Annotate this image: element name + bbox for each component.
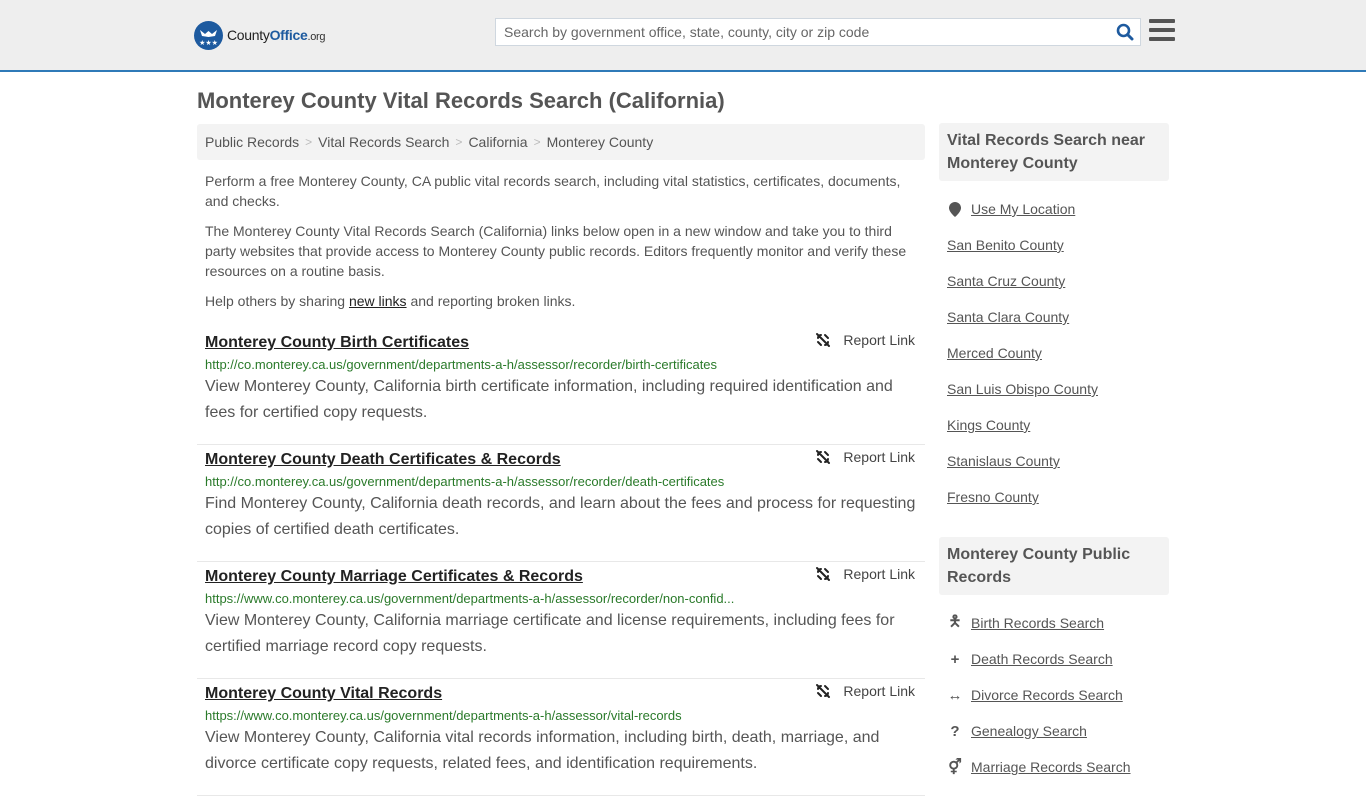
intro-paragraph-2: The Monterey County Vital Records Search…	[205, 223, 907, 279]
logo-text: CountyOffice.org	[227, 27, 326, 43]
public-record-item: ↔ Divorce Records Search	[947, 677, 1161, 713]
intro-paragraph-1: Perform a free Monterey County, CA publi…	[205, 173, 901, 209]
report-link-button[interactable]: Report Link	[815, 332, 915, 348]
nearby-county-link[interactable]: Stanislaus County	[947, 453, 1060, 469]
broken-link-icon	[816, 567, 831, 581]
nearby-item: Kings County	[947, 407, 1161, 443]
intro-text-span: Help others by sharing	[205, 293, 349, 309]
new-links-link[interactable]: new links	[349, 293, 407, 309]
result-item: Monterey County Birth Certificates http:…	[197, 328, 925, 445]
breadcrumb-separator: >	[305, 135, 313, 149]
result-url: https://www.co.monterey.ca.us/government…	[205, 591, 735, 606]
hamburger-menu-button[interactable]	[1149, 19, 1175, 43]
breadcrumb-public-records[interactable]: Public Records	[205, 134, 299, 150]
mars-venus-icon: ⚥	[948, 759, 962, 776]
intro-text: Perform a free Monterey County, CA publi…	[205, 171, 920, 321]
search-box	[495, 18, 1141, 46]
use-my-location-link[interactable]: Use My Location	[971, 201, 1075, 217]
nearby-county-link[interactable]: San Luis Obispo County	[947, 381, 1098, 397]
nearby-county-link[interactable]: Santa Cruz County	[947, 273, 1065, 289]
breadcrumb-vital-records[interactable]: Vital Records Search	[318, 134, 449, 150]
question-icon: ?	[950, 722, 960, 740]
public-records-section-title: Monterey County Public Records	[939, 537, 1169, 595]
nearby-county-link[interactable]: Fresno County	[947, 489, 1039, 505]
nearby-item: Fresno County	[947, 479, 1161, 515]
intro-paragraph-3: Help others by sharing new links and rep…	[205, 291, 920, 311]
intro-text-span: and reporting broken links.	[406, 293, 576, 309]
public-record-item: ? Genealogy Search	[947, 713, 1161, 749]
result-item: Monterey County Death Certificates & Rec…	[197, 445, 925, 562]
logo-eagle-icon: ★★★	[194, 20, 223, 50]
nearby-item: Santa Clara County	[947, 299, 1161, 335]
arrows-horizontal-icon: ↔	[947, 686, 963, 704]
use-location-item: Use My Location	[947, 191, 1161, 227]
public-records-list: 🯅 Birth Records Search + Death Records Sea…	[939, 595, 1169, 795]
marriage-records-link[interactable]: Marriage Records Search	[971, 759, 1131, 775]
site-logo[interactable]: ★★★ CountyOffice.org	[194, 20, 326, 50]
report-link-button[interactable]: Report Link	[815, 683, 915, 699]
report-link-label: Report Link	[843, 566, 915, 582]
child-icon: 🯅	[948, 612, 962, 630]
death-records-link[interactable]: Death Records Search	[971, 651, 1113, 667]
sidebar: Vital Records Search near Monterey Count…	[939, 123, 1169, 795]
result-url: https://www.co.monterey.ca.us/government…	[205, 708, 682, 723]
result-title-link[interactable]: Monterey County Vital Records	[205, 683, 917, 705]
public-record-item: ⚥ Marriage Records Search	[947, 749, 1161, 785]
result-item: Monterey County Vital Records https://ww…	[197, 679, 925, 796]
search-button[interactable]	[1110, 19, 1140, 45]
nearby-item: Stanislaus County	[947, 443, 1161, 479]
results-list: Monterey County Birth Certificates http:…	[197, 328, 925, 796]
site-header: ★★★ CountyOffice.org	[0, 0, 1366, 72]
result-url: http://co.monterey.ca.us/government/depa…	[205, 357, 718, 372]
report-link-button[interactable]: Report Link	[815, 449, 915, 465]
menu-bar	[1149, 37, 1175, 41]
svg-text:★★★: ★★★	[199, 39, 218, 47]
page-title: Monterey County Vital Records Search (Ca…	[197, 88, 725, 113]
broken-link-icon	[816, 333, 831, 347]
breadcrumb-separator: >	[455, 135, 463, 149]
breadcrumb-separator: >	[533, 135, 541, 149]
report-link-label: Report Link	[843, 332, 915, 348]
result-description: View Monterey County, California marriag…	[205, 612, 895, 655]
nearby-item: Merced County	[947, 335, 1161, 371]
result-description: Find Monterey County, California death r…	[205, 495, 916, 538]
result-title-link[interactable]: Monterey County Marriage Certificates & …	[205, 566, 917, 588]
result-description: View Monterey County, California vital r…	[205, 729, 880, 772]
result-title-link[interactable]: Monterey County Birth Certificates	[205, 332, 917, 354]
breadcrumb-monterey-county[interactable]: Monterey County	[547, 134, 654, 150]
breadcrumb-california[interactable]: California	[468, 134, 527, 150]
report-link-label: Report Link	[843, 683, 915, 699]
broken-link-icon	[816, 450, 831, 464]
breadcrumb: Public Records > Vital Records Search > …	[197, 124, 925, 160]
search-input[interactable]	[496, 19, 1110, 45]
public-record-item: + Death Records Search	[947, 641, 1161, 677]
nearby-item: San Luis Obispo County	[947, 371, 1161, 407]
nearby-item: San Benito County	[947, 227, 1161, 263]
report-link-label: Report Link	[843, 449, 915, 465]
report-link-button[interactable]: Report Link	[815, 566, 915, 582]
nearby-list: Use My Location San Benito County Santa …	[939, 181, 1169, 525]
menu-bar	[1149, 19, 1175, 23]
menu-bar	[1149, 28, 1175, 32]
public-record-item: 🯅 Birth Records Search	[947, 605, 1161, 641]
birth-records-link[interactable]: Birth Records Search	[971, 615, 1104, 631]
nearby-county-link[interactable]: San Benito County	[947, 237, 1064, 253]
nearby-item: Santa Cruz County	[947, 263, 1161, 299]
genealogy-link[interactable]: Genealogy Search	[971, 723, 1087, 739]
nearby-county-link[interactable]: Santa Clara County	[947, 309, 1069, 325]
nearby-section-title: Vital Records Search near Monterey Count…	[939, 123, 1169, 181]
map-marker-icon	[947, 201, 963, 217]
result-item: Monterey County Marriage Certificates & …	[197, 562, 925, 679]
nearby-county-link[interactable]: Merced County	[947, 345, 1042, 361]
plus-icon: +	[950, 650, 960, 668]
result-title-link[interactable]: Monterey County Death Certificates & Rec…	[205, 449, 917, 471]
result-description: View Monterey County, California birth c…	[205, 378, 893, 421]
broken-link-icon	[816, 684, 831, 698]
search-icon	[1116, 23, 1134, 41]
result-url: http://co.monterey.ca.us/government/depa…	[205, 474, 725, 489]
divorce-records-link[interactable]: Divorce Records Search	[971, 687, 1123, 703]
nearby-county-link[interactable]: Kings County	[947, 417, 1030, 433]
